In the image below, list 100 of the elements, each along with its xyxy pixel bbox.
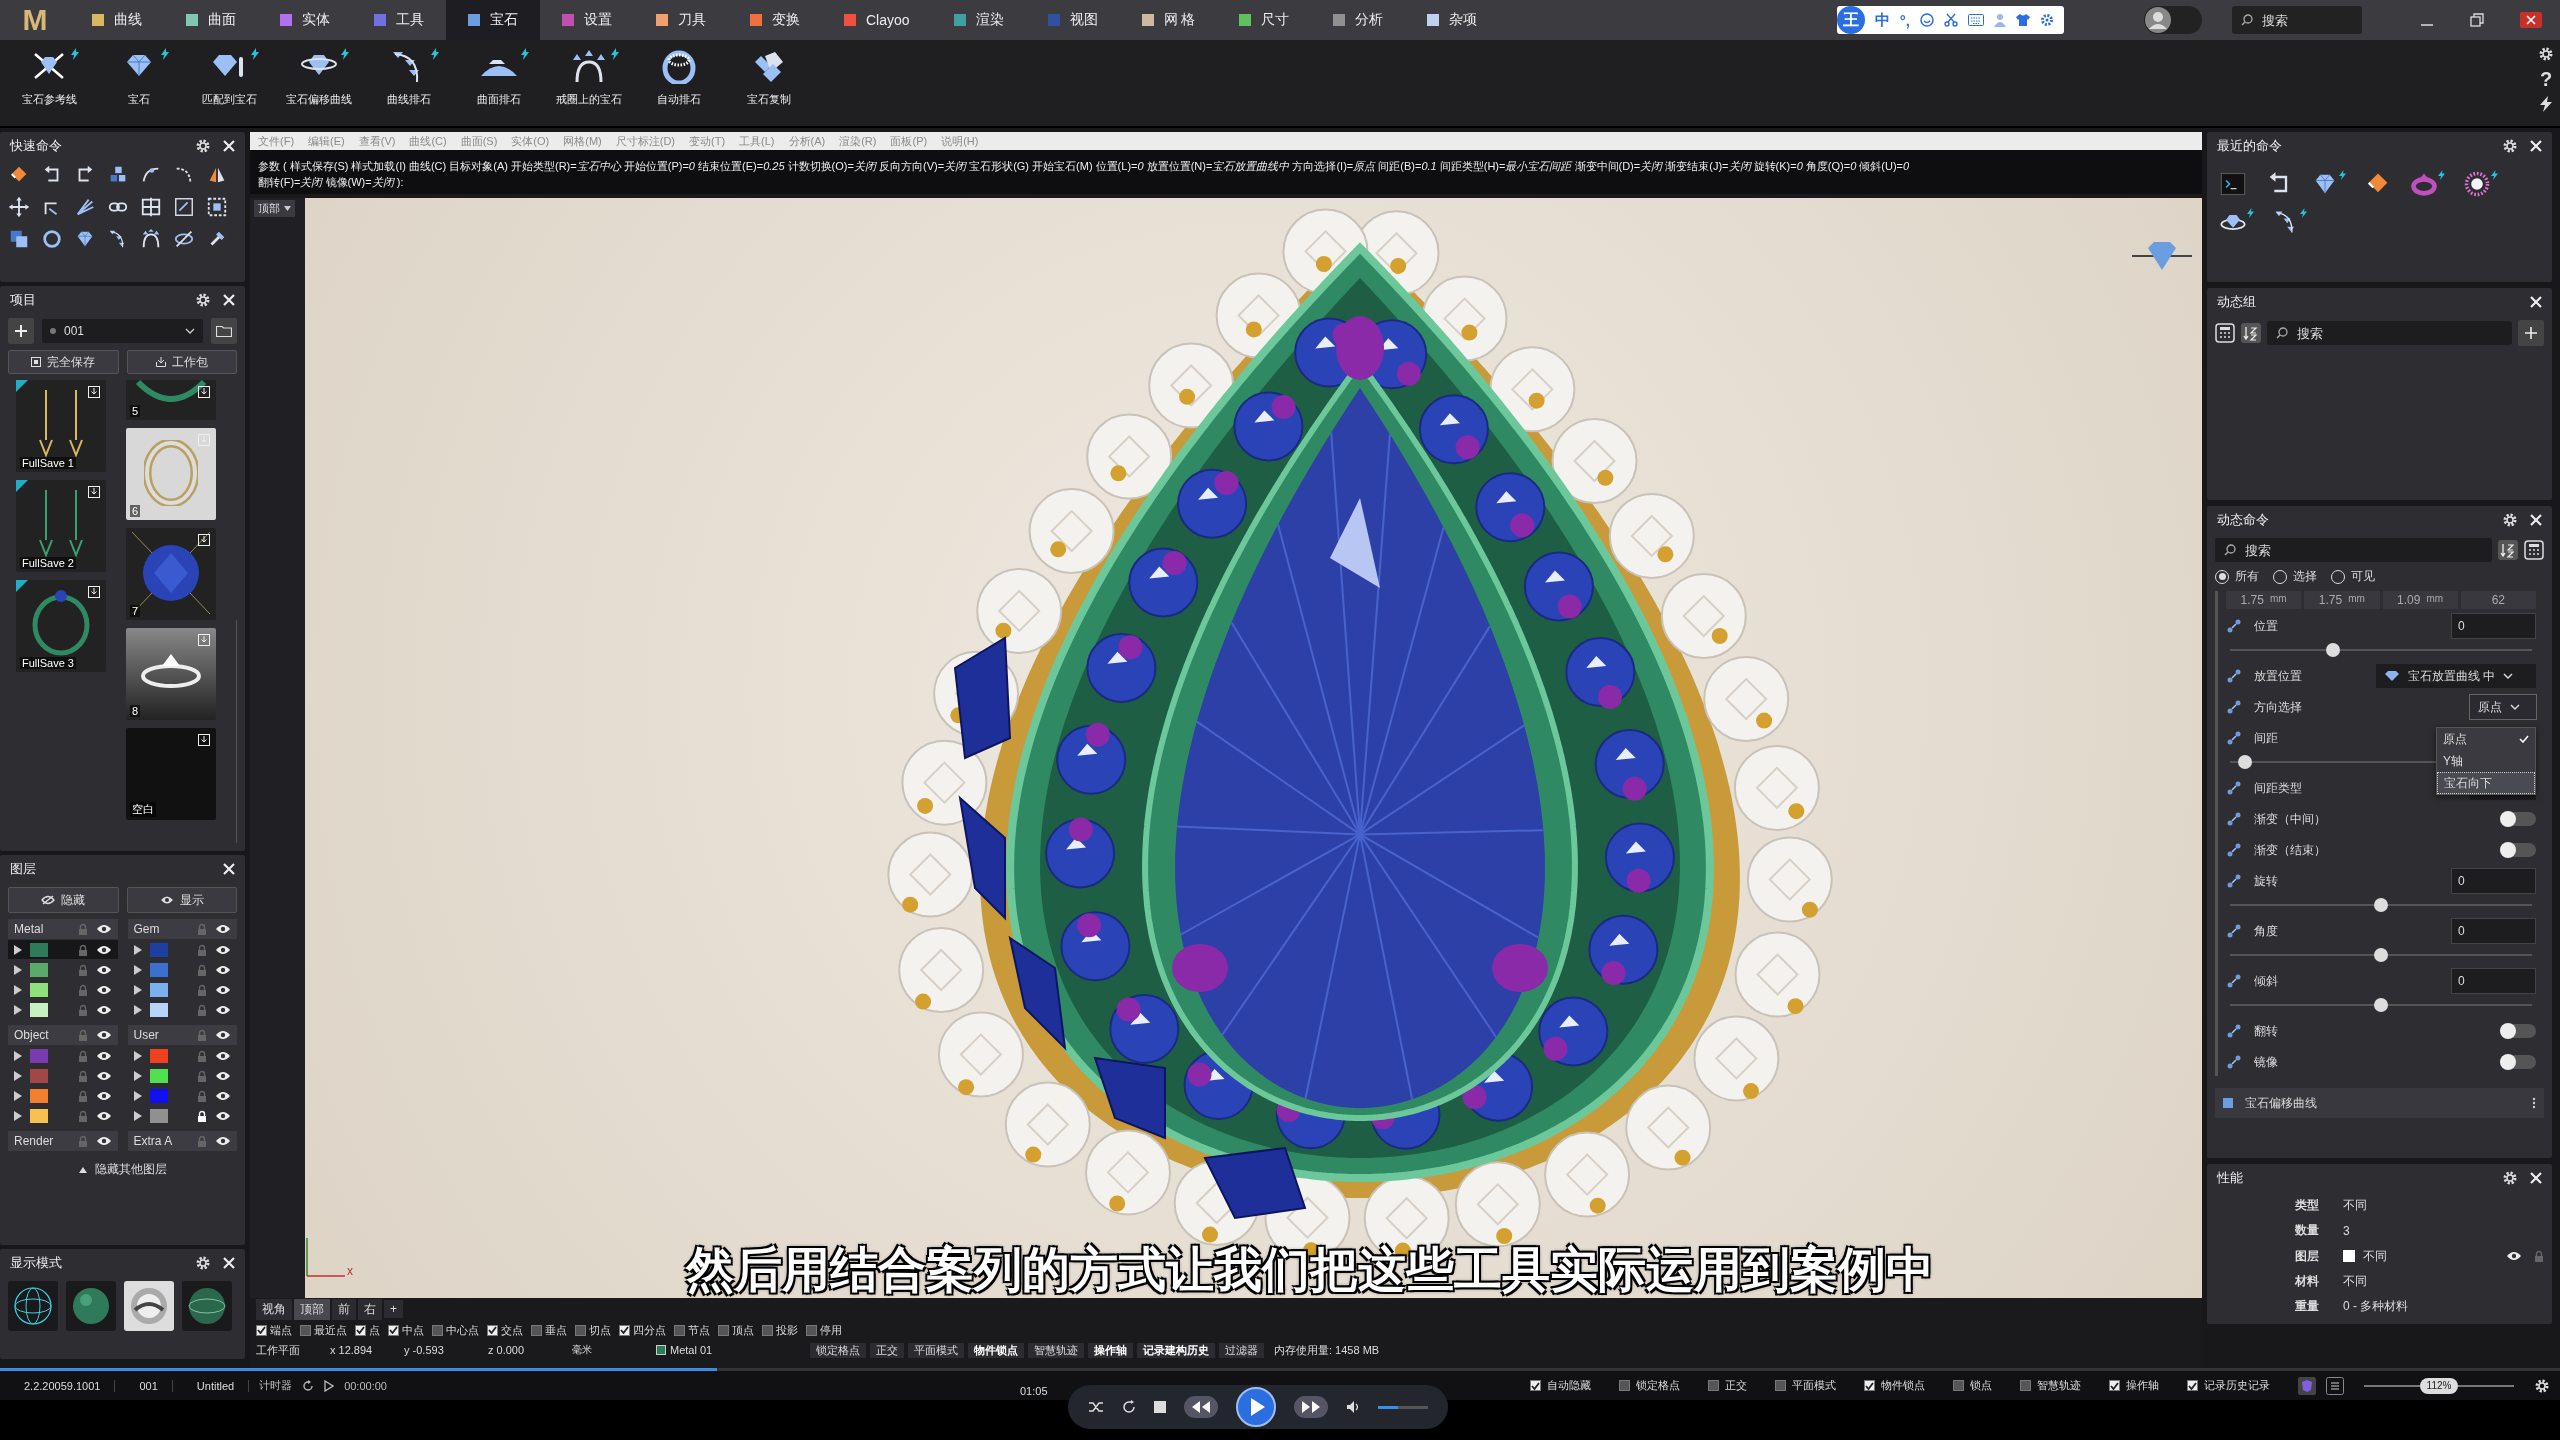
checkbox[interactable] (531, 1324, 542, 1336)
eye-icon[interactable] (95, 984, 112, 995)
dimension-field[interactable]: 1.75 mm (2226, 591, 2302, 609)
layer-color-swatch[interactable] (149, 1088, 168, 1103)
layer-group-header[interactable]: Extra A (127, 1131, 237, 1151)
slider-thumb[interactable] (2374, 948, 2388, 962)
checkbox[interactable] (1530, 1380, 1541, 1391)
view-tab[interactable]: 前 (332, 1298, 356, 1320)
ribbon-tool[interactable]: 自动排石 (634, 40, 724, 107)
sort-icon[interactable] (2498, 540, 2518, 560)
menu-tab[interactable]: 网 格 (1119, 0, 1218, 40)
thumbnail[interactable]: 空白 (126, 728, 216, 820)
eye-icon[interactable] (95, 1070, 112, 1081)
slider-thumb[interactable] (2238, 755, 2253, 769)
zoom-level[interactable]: 112% (2420, 1377, 2458, 1394)
status-toggle[interactable]: 记录建构历史 (1137, 1342, 1215, 1358)
speaker-icon[interactable] (1345, 1400, 1360, 1414)
toggle-switch[interactable] (2500, 1055, 2536, 1069)
video-progress-track[interactable] (0, 1368, 2560, 1371)
checkbox[interactable] (2020, 1380, 2031, 1391)
close-icon[interactable] (2528, 138, 2544, 154)
gems-arch-icon[interactable] (140, 228, 162, 250)
expand-icon[interactable] (14, 1090, 22, 1101)
checkbox[interactable] (718, 1324, 729, 1336)
menu-tab[interactable]: 宝石 (446, 0, 540, 40)
expand-icon[interactable] (133, 944, 142, 955)
more-icon[interactable] (2532, 1097, 2536, 1109)
expand-icon[interactable] (14, 1050, 22, 1061)
project-button[interactable]: 完全保存 (8, 350, 119, 374)
ribbon-tool[interactable]: 匹配到宝石 (184, 40, 274, 107)
layer-color-swatch[interactable] (149, 982, 168, 997)
layer-color-swatch[interactable] (30, 1108, 48, 1123)
layer-field[interactable]: Metal 01 (656, 1344, 806, 1356)
keyboard-icon[interactable] (1968, 14, 1984, 26)
search-field[interactable]: 搜索 (2215, 538, 2492, 562)
display-mode-button[interactable] (8, 1281, 58, 1331)
download-icon[interactable] (88, 586, 100, 598)
hide-other-layers-button[interactable]: 隐藏其他图层 (8, 1157, 237, 1178)
view-tab[interactable]: 视角 (256, 1298, 292, 1320)
menu-tab[interactable]: 刀具 (634, 0, 728, 40)
checkbox[interactable] (432, 1324, 443, 1336)
thumbnail[interactable]: 7 (126, 528, 216, 620)
expand-icon[interactable] (14, 964, 22, 975)
close-icon[interactable] (221, 1255, 237, 1271)
slider-thumb[interactable] (2325, 643, 2340, 657)
eye-icon[interactable] (95, 1004, 112, 1015)
close-icon[interactable] (2520, 12, 2542, 28)
shuffle-icon[interactable] (1087, 1400, 1104, 1414)
eye-icon[interactable] (215, 1050, 231, 1061)
toggle-switch[interactable] (2500, 843, 2536, 857)
checkbox[interactable] (388, 1324, 399, 1336)
eye-icon[interactable] (95, 1090, 112, 1101)
checkbox[interactable] (256, 1324, 267, 1336)
expand-icon[interactable] (133, 1090, 142, 1101)
sort-icon[interactable] (2241, 323, 2261, 343)
checkbox[interactable] (1619, 1380, 1630, 1391)
show-button[interactable]: 显示 (126, 887, 237, 913)
close-icon[interactable] (221, 861, 237, 877)
hide-button[interactable]: 隐藏 (8, 887, 119, 913)
reset-icon[interactable] (302, 1379, 315, 1392)
eye-icon[interactable] (95, 944, 112, 955)
expand-icon[interactable] (133, 984, 142, 995)
dropdown-option[interactable]: 原点 (2437, 728, 2535, 750)
close-icon[interactable] (2528, 1170, 2544, 1186)
calculator-icon[interactable] (2524, 540, 2544, 560)
stop-icon[interactable] (1153, 1401, 1166, 1413)
status-toggle[interactable]: 平面模式 (908, 1342, 964, 1358)
checkbox[interactable] (762, 1324, 773, 1336)
slider-thumb[interactable] (2374, 898, 2388, 912)
expand-icon[interactable] (14, 984, 22, 995)
eye-icon[interactable] (95, 1050, 112, 1061)
layer-color-swatch[interactable] (149, 1002, 168, 1017)
close-icon[interactable] (221, 138, 237, 154)
expand-icon[interactable] (133, 1050, 142, 1061)
history-icon[interactable] (2298, 1376, 2316, 1395)
download-icon[interactable] (88, 386, 100, 398)
eye-icon[interactable] (215, 1004, 231, 1015)
status-toggle[interactable]: 智慧轨迹 (1028, 1342, 1084, 1358)
section-header[interactable]: 宝石偏移曲线 (2215, 1088, 2544, 1118)
menu-tab[interactable]: 曲线 (70, 0, 164, 40)
display-mode-button[interactable] (124, 1281, 174, 1331)
expand-icon[interactable] (14, 1004, 22, 1015)
help-button[interactable]: ? (2539, 68, 2553, 90)
toggle-switch[interactable] (2500, 1024, 2536, 1038)
repeat-icon[interactable] (1121, 1400, 1136, 1414)
search-field[interactable]: 搜索 (2267, 321, 2512, 345)
layer-color-swatch[interactable] (30, 1048, 48, 1063)
layer-color-swatch[interactable] (149, 1108, 168, 1123)
layer-color-swatch[interactable] (149, 942, 168, 957)
search-field[interactable]: 搜索 (2232, 6, 2362, 34)
checkbox[interactable] (575, 1324, 586, 1336)
dropdown-option[interactable]: 宝石向下 (2437, 772, 2535, 794)
menu-tab[interactable]: Clayoo (822, 0, 932, 40)
layer-color-swatch[interactable] (149, 1068, 168, 1083)
view-tab[interactable]: 右 (358, 1298, 382, 1320)
ribbon-tool[interactable]: 曲线排石 (364, 40, 454, 107)
layer-color-swatch[interactable] (30, 962, 48, 977)
account-toggle[interactable] (2144, 6, 2202, 34)
close-icon[interactable] (2528, 512, 2544, 528)
download-icon[interactable] (198, 534, 210, 546)
